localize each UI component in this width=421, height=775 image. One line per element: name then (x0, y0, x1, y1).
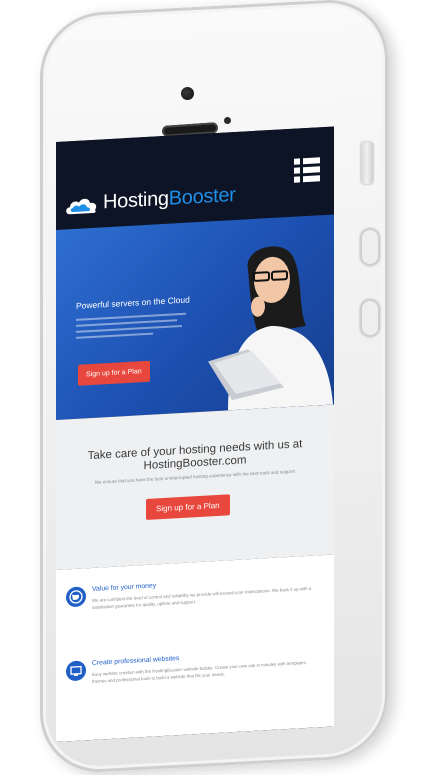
hero-signup-button[interactable]: Sign up for a Plan (78, 360, 150, 386)
globe-icon (66, 586, 86, 608)
power-button (361, 142, 373, 184)
monitor-icon (66, 660, 86, 682)
intro-signup-button[interactable]: Sign up for a Plan (146, 494, 230, 520)
hero-person-image (208, 246, 333, 411)
feature-value: Value for your money We are confident th… (66, 573, 324, 637)
hero-title: Powerful servers on the Cloud (76, 294, 190, 311)
feature-title: Create professional websites (92, 655, 180, 667)
volume-up-button (360, 228, 380, 266)
proximity-sensor (224, 117, 231, 124)
features-section: Value for your money We are confident th… (56, 554, 334, 742)
feature-websites: Create professional websites Easy websit… (66, 647, 324, 711)
cloud-logo-icon (64, 192, 100, 216)
front-camera (181, 87, 194, 100)
logo-text-booster: Booster (168, 183, 236, 210)
menu-icon[interactable] (294, 157, 320, 183)
site-header: HostingBooster (56, 126, 334, 230)
phone-screen: HostingBooster Powerful servers on the C… (56, 126, 334, 742)
site-logo[interactable]: HostingBooster (64, 184, 236, 217)
volume-down-button (360, 299, 380, 337)
feature-title: Value for your money (92, 582, 157, 593)
intro-section: Take care of your hosting needs with us … (56, 404, 334, 570)
logo-text-hosting: Hosting (103, 187, 169, 214)
hero-description (76, 312, 186, 343)
logo-text: HostingBooster (103, 184, 236, 214)
hero-banner: Powerful servers on the Cloud Sign up fo… (56, 214, 334, 420)
